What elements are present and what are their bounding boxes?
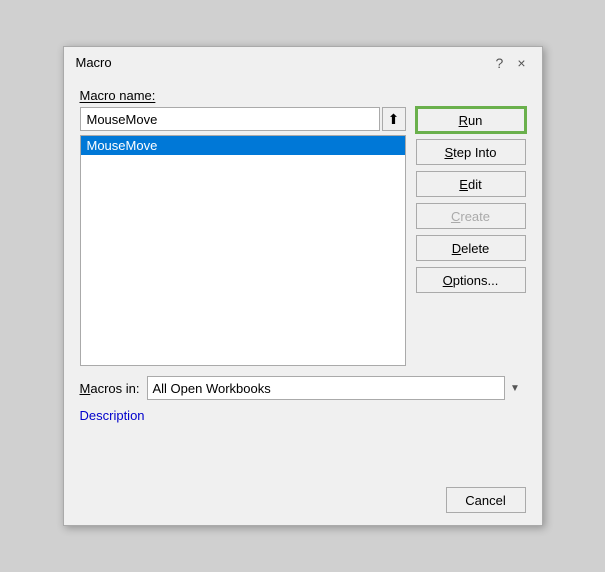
bottom-section: Macros in: All Open Workbooks This Workb… — [80, 376, 526, 467]
content-row: ⬆ MouseMove Run Step Into Edit Create — [80, 107, 526, 366]
title-bar-controls: ? × — [492, 56, 530, 70]
list-item[interactable]: MouseMove — [81, 136, 405, 155]
macros-in-select[interactable]: All Open Workbooks This Workbook — [147, 376, 525, 400]
dialog-body: Macro name: ⬆ MouseMove Run Step Into — [64, 76, 542, 479]
macros-in-row: Macros in: All Open Workbooks This Workb… — [80, 376, 526, 400]
cancel-button[interactable]: Cancel — [446, 487, 526, 513]
macro-name-label: Macro name: — [80, 88, 526, 103]
help-button[interactable]: ? — [492, 56, 508, 70]
options-button[interactable]: Options... — [416, 267, 526, 293]
step-into-button[interactable]: Step Into — [416, 139, 526, 165]
title-bar: Macro ? × — [64, 47, 542, 76]
close-button[interactable]: × — [513, 56, 529, 70]
edit-button[interactable]: Edit — [416, 171, 526, 197]
macros-in-wrapper: All Open Workbooks This Workbook ▼ — [147, 376, 525, 400]
description-label: Description — [80, 408, 526, 423]
macro-name-label-text: Macro name: — [80, 88, 156, 103]
macro-dialog: Macro ? × Macro name: ⬆ MouseMove — [63, 46, 543, 526]
upload-button[interactable]: ⬆ — [382, 107, 406, 131]
footer: Cancel — [64, 479, 542, 525]
dialog-title: Macro — [76, 55, 112, 70]
delete-button[interactable]: Delete — [416, 235, 526, 261]
run-button[interactable]: Run — [416, 107, 526, 133]
create-button[interactable]: Create — [416, 203, 526, 229]
macro-list[interactable]: MouseMove — [80, 135, 406, 366]
macro-name-input[interactable] — [80, 107, 380, 131]
right-panel: Run Step Into Edit Create Delete Options… — [416, 107, 526, 366]
description-text — [80, 427, 526, 467]
left-panel: ⬆ MouseMove — [80, 107, 406, 366]
macros-in-label: Macros in: — [80, 381, 140, 396]
input-row: ⬆ — [80, 107, 406, 131]
